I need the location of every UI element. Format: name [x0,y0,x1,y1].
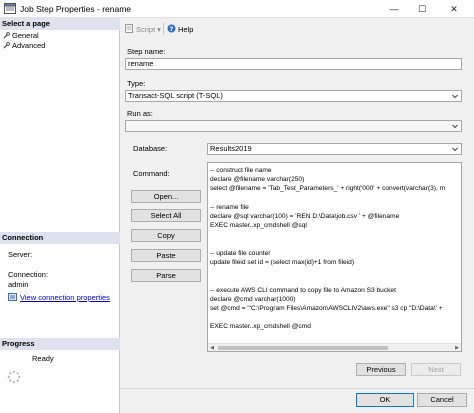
copy-button[interactable]: Copy [131,229,201,242]
command-line: EXEC master..xp_cmdshell @cmd [210,323,311,331]
script-button[interactable]: Script ▾ [125,24,161,34]
type-select[interactable]: Transact-SQL script (T-SQL) [125,90,462,102]
connection-value: admin [8,280,29,289]
command-editor[interactable]: -- construct file name declare @filename … [207,162,462,352]
progress-header: Progress [0,338,120,350]
command-line: EXEC master..xp_cmdshell @sql [210,222,307,230]
title-bar: Job Step Properties - rename — ☐ ✕ [0,0,474,18]
progress-status: Ready [32,354,54,363]
window-title: Job Step Properties - rename [20,4,132,14]
close-button[interactable]: ✕ [440,0,468,18]
command-line: -- execute AWS CLI command to copy file … [210,286,396,294]
command-line: -- rename file [210,203,249,211]
chevron-down-icon [452,124,458,129]
command-line: select @filename = 'Tab_Test_Parameters_… [210,185,446,193]
run-as-select[interactable] [125,120,462,132]
command-line: -- update file counter [210,249,271,257]
job-step-icon [4,3,16,14]
connection-label: Connection: [8,270,49,279]
scroll-right-icon[interactable]: ▶ [453,344,461,351]
command-line: declare @filename varchar(250) [210,176,305,184]
page-item-label: Advanced [12,41,46,50]
open-button[interactable]: Open... [131,190,201,203]
help-icon: ? [167,24,176,33]
help-button[interactable]: ? Help [167,24,193,34]
view-connection-properties-link[interactable]: View connection properties [8,293,110,302]
horizontal-scrollbar[interactable]: ◀ ▶ [208,343,461,351]
step-name-label: Step name: [127,47,166,56]
command-line: declare @cmd varchar(1000) [210,295,296,303]
dropdown-arrow-icon: ▾ [157,25,161,34]
step-name-input[interactable]: rename [125,58,462,70]
help-label: Help [178,25,194,34]
chevron-down-icon [452,94,458,99]
page-item-general[interactable]: General [3,31,39,41]
wrench-icon [3,42,10,49]
connection-properties-icon [8,293,17,301]
type-label: Type: [127,79,146,88]
page-item-advanced[interactable]: Advanced [3,41,45,51]
toolbar-separator [163,23,164,35]
next-button[interactable]: Next [411,363,461,376]
select-page-header: Select a page [0,18,120,30]
paste-button[interactable]: Paste [131,249,201,262]
minimize-button[interactable]: — [380,0,408,18]
database-value: Results2019 [210,144,252,153]
database-label: Database: [133,144,168,153]
command-label: Command: [133,169,170,178]
script-label: Script [136,25,156,34]
view-connection-link-text: View connection properties [20,293,110,302]
footer-divider [120,388,474,389]
command-line: update fileid set id = (select max(id)+1… [210,259,355,266]
command-line: declare @sql varchar(100) = 'REN D:\Data… [210,213,400,220]
chevron-down-icon [452,147,458,152]
script-icon [125,24,133,33]
select-all-button[interactable]: Select All [131,209,201,222]
connection-header: Connection [0,232,120,244]
cancel-button[interactable]: Cancel [417,393,467,407]
command-line: -- construct file name [210,167,272,174]
run-as-label: Run as: [127,109,153,118]
wrench-icon [3,32,10,39]
maximize-button[interactable]: ☐ [408,0,436,18]
scrollbar-thumb[interactable] [218,346,388,350]
type-value: Transact-SQL script (T-SQL) [128,91,223,100]
database-select[interactable]: Results2019 [207,143,462,155]
left-pane: Select a page General Advanced Connectio… [0,18,120,413]
scroll-left-icon[interactable]: ◀ [208,344,216,351]
parse-button[interactable]: Parse [131,269,201,282]
command-line: set @cmd = '"C:\Program Files\Amazon\AWS… [210,305,443,312]
progress-spinner-icon [7,370,21,384]
svg-text:?: ? [170,25,174,33]
previous-button[interactable]: Previous [356,363,406,376]
ok-button[interactable]: OK [356,393,414,407]
page-item-label: General [12,31,39,40]
server-label: Server: [8,250,33,259]
